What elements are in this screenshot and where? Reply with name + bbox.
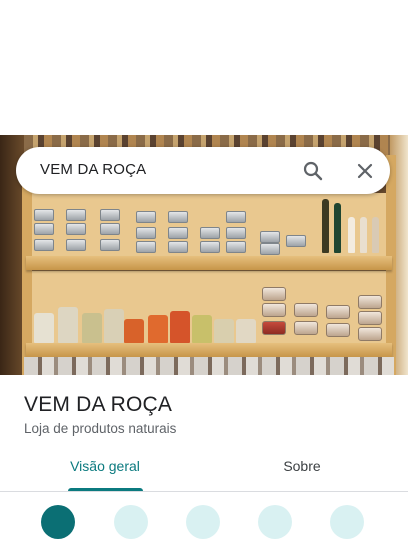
- photo-bag: [170, 311, 190, 343]
- place-category[interactable]: Loja de produtos naturais: [24, 421, 176, 436]
- photo-tin: [226, 227, 246, 239]
- tabs-divider: [0, 491, 408, 492]
- photo-bottle: [360, 217, 367, 253]
- search-input[interactable]: VEM DA ROÇA: [40, 161, 146, 178]
- search-icon[interactable]: [301, 159, 325, 183]
- photo-bottle: [334, 203, 341, 253]
- photo-shelf-board: [26, 256, 392, 270]
- photo-tin: [66, 209, 86, 221]
- start-button[interactable]: [114, 505, 148, 539]
- close-icon[interactable]: [353, 159, 377, 183]
- photo-jar: [262, 321, 286, 335]
- photo-tin: [260, 231, 280, 243]
- photo-tin: [66, 239, 86, 251]
- photo-tin: [136, 241, 156, 253]
- photo-tin: [34, 223, 54, 235]
- photo-tin: [226, 211, 246, 223]
- photo-tin: [34, 239, 54, 251]
- tab-overview[interactable]: Visão geral: [66, 458, 144, 492]
- photo-jar: [262, 287, 286, 301]
- photo-jar: [294, 321, 318, 335]
- photo-tin: [260, 243, 280, 255]
- photo-bag: [214, 319, 234, 343]
- photo-jar: [358, 295, 382, 309]
- save-button[interactable]: [186, 505, 220, 539]
- photo-jar: [326, 305, 350, 319]
- map-blank-area: [0, 0, 408, 135]
- photo-tin: [34, 209, 54, 221]
- directions-button[interactable]: [41, 505, 75, 539]
- photo-jar: [294, 303, 318, 317]
- photo-tin: [100, 209, 120, 221]
- nearby-button[interactable]: [258, 505, 292, 539]
- photo-bag: [58, 307, 78, 343]
- photo-bag: [104, 309, 124, 343]
- photo-tin: [66, 223, 86, 235]
- photo-tin: [136, 227, 156, 239]
- photo-bottle: [322, 199, 329, 253]
- photo-tin: [100, 223, 120, 235]
- photo-tin: [226, 241, 246, 253]
- photo-bottle: [348, 217, 355, 253]
- photo-jar: [358, 311, 382, 325]
- tab-about[interactable]: Sobre: [262, 458, 342, 492]
- photo-tin: [200, 227, 220, 239]
- photo-bag: [236, 319, 256, 343]
- photo-jar: [262, 303, 286, 317]
- search-bar[interactable]: VEM DA ROÇA: [16, 147, 390, 194]
- photo-jar: [326, 323, 350, 337]
- photo-bag: [34, 313, 54, 343]
- photo-tin: [100, 239, 120, 251]
- photo-tin: [168, 241, 188, 253]
- share-button[interactable]: [330, 505, 364, 539]
- photo-bag: [82, 313, 102, 343]
- photo-tin: [168, 211, 188, 223]
- photo-tin: [286, 235, 306, 247]
- photo-bag: [124, 319, 144, 343]
- photo-tin: [168, 227, 188, 239]
- photo-bag: [192, 315, 212, 343]
- photo-bottle: [372, 217, 379, 253]
- photo-bottom-shelf: [24, 357, 394, 375]
- photo-tin: [200, 241, 220, 253]
- photo-jar: [358, 327, 382, 341]
- place-title: VEM DA ROÇA: [24, 393, 173, 416]
- photo-tin: [136, 211, 156, 223]
- photo-shelf-board: [26, 343, 392, 357]
- photo-bag: [148, 315, 168, 343]
